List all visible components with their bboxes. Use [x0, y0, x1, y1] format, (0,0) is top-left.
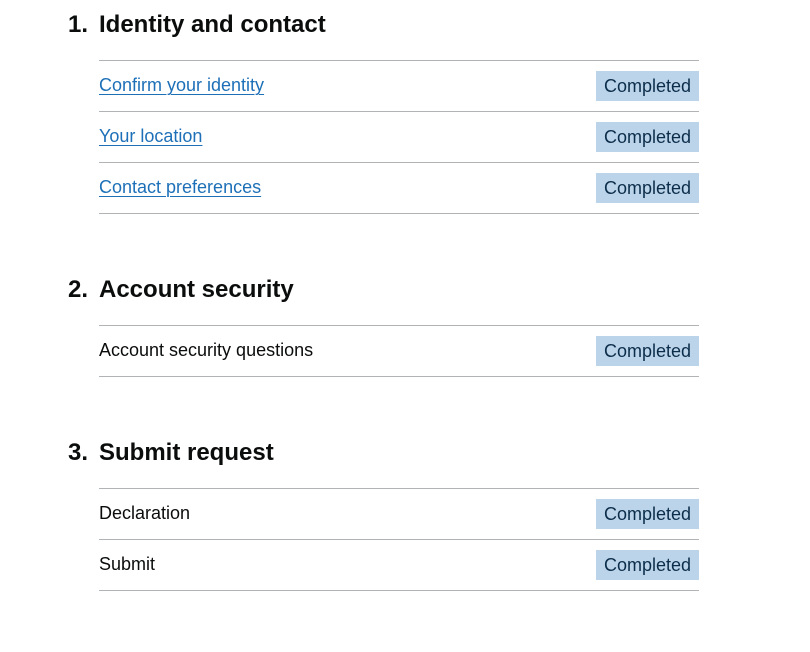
section-number: 2.: [68, 276, 89, 303]
task-item: Confirm your identity Completed: [99, 61, 699, 112]
section-account-security: 2. Account security Account security ques…: [68, 275, 699, 377]
status-badge: Completed: [595, 71, 699, 101]
section-title: Identity and contact: [99, 11, 326, 38]
task-label: Submit: [99, 554, 156, 574]
status-badge: Completed: [595, 173, 699, 203]
section-number: 3.: [68, 439, 89, 466]
section-title: Submit request: [99, 439, 274, 466]
section-heading: 2. Account security: [68, 275, 699, 305]
task-item: Account security questions Completed: [99, 326, 699, 377]
task-item: Your location Completed: [99, 112, 699, 163]
task-list: 1. Identity and contact Confirm your iden…: [68, 10, 699, 652]
status-badge: Completed: [595, 336, 699, 366]
task-item: Declaration Completed: [99, 489, 699, 540]
section-identity-and-contact: 1. Identity and contact Confirm your iden…: [68, 10, 699, 214]
section-number: 1.: [68, 11, 89, 38]
task-link-confirm-identity[interactable]: Confirm your identity: [99, 73, 264, 97]
section-submit-request: 3. Submit request Declaration Completed Su…: [68, 438, 699, 591]
task-item: Contact preferences Completed: [99, 163, 699, 214]
status-badge: Completed: [595, 122, 699, 152]
status-badge: Completed: [595, 550, 699, 580]
task-label: Declaration: [99, 503, 191, 523]
status-badge: Completed: [595, 499, 699, 529]
task-link-contact-preferences[interactable]: Contact preferences: [99, 175, 261, 199]
task-label: Account security questions: [99, 340, 314, 360]
section-heading: 1. Identity and contact: [68, 10, 699, 40]
section-title: Account security: [99, 276, 294, 303]
task-link-your-location[interactable]: Your location: [99, 124, 202, 148]
section-heading: 3. Submit request: [68, 438, 699, 468]
task-item: Submit Completed: [99, 540, 699, 591]
